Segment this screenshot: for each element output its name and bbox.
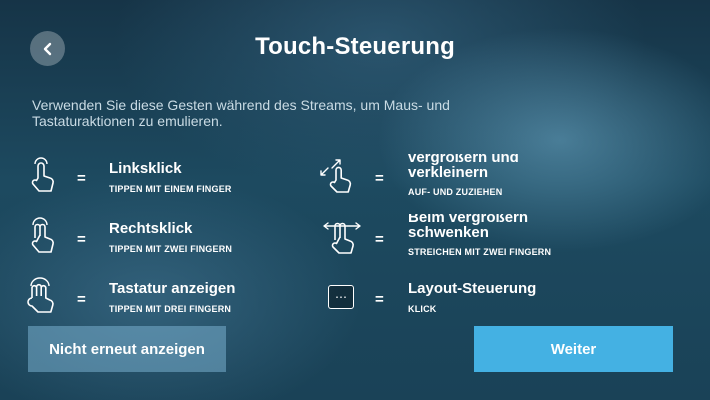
equals-sign: = bbox=[77, 231, 86, 248]
gesture-label: Layout-Steuerung bbox=[408, 280, 537, 297]
instructions-text: Verwenden Sie diese Gesten während des S… bbox=[32, 97, 450, 129]
gesture-description: TIPPEN MIT DREI FINGERN bbox=[109, 304, 232, 314]
gesture-label: vergrößern und verkleinern bbox=[408, 154, 519, 181]
dont-show-again-button[interactable]: Nicht erneut anzeigen bbox=[28, 326, 226, 372]
gesture-description: TIPPEN MIT ZWEI FINGERN bbox=[109, 244, 233, 254]
gesture-description: TIPPEN MIT EINEM FINGER bbox=[109, 184, 232, 194]
gesture-description: AUF- UND ZUZIEHEN bbox=[408, 187, 503, 197]
next-button[interactable]: Weiter bbox=[474, 326, 673, 372]
gesture-description: KLICK bbox=[408, 304, 437, 314]
two-finger-tap-icon bbox=[31, 217, 54, 253]
equals-sign: = bbox=[375, 291, 384, 308]
equals-sign: = bbox=[375, 231, 384, 248]
gesture-label: Tastatur anzeigen bbox=[109, 280, 236, 297]
equals-sign: = bbox=[77, 170, 86, 187]
two-finger-pan-icon bbox=[323, 222, 361, 254]
three-finger-tap-icon bbox=[27, 277, 54, 313]
pinch-zoom-icon bbox=[320, 159, 352, 193]
gesture-label: Linksklick bbox=[109, 160, 182, 177]
page-title: Touch-Steuerung bbox=[255, 33, 455, 60]
gesture-description: STREICHEN MIT ZWEI FINGERN bbox=[408, 247, 552, 257]
gesture-label: Beim vergrößern schwenken bbox=[408, 214, 529, 241]
one-finger-tap-icon bbox=[31, 157, 54, 192]
layout-menu-icon: ⋯ bbox=[328, 285, 354, 309]
equals-sign: = bbox=[77, 291, 86, 308]
gesture-label: Rechtsklick bbox=[109, 220, 193, 237]
equals-sign: = bbox=[375, 170, 384, 187]
